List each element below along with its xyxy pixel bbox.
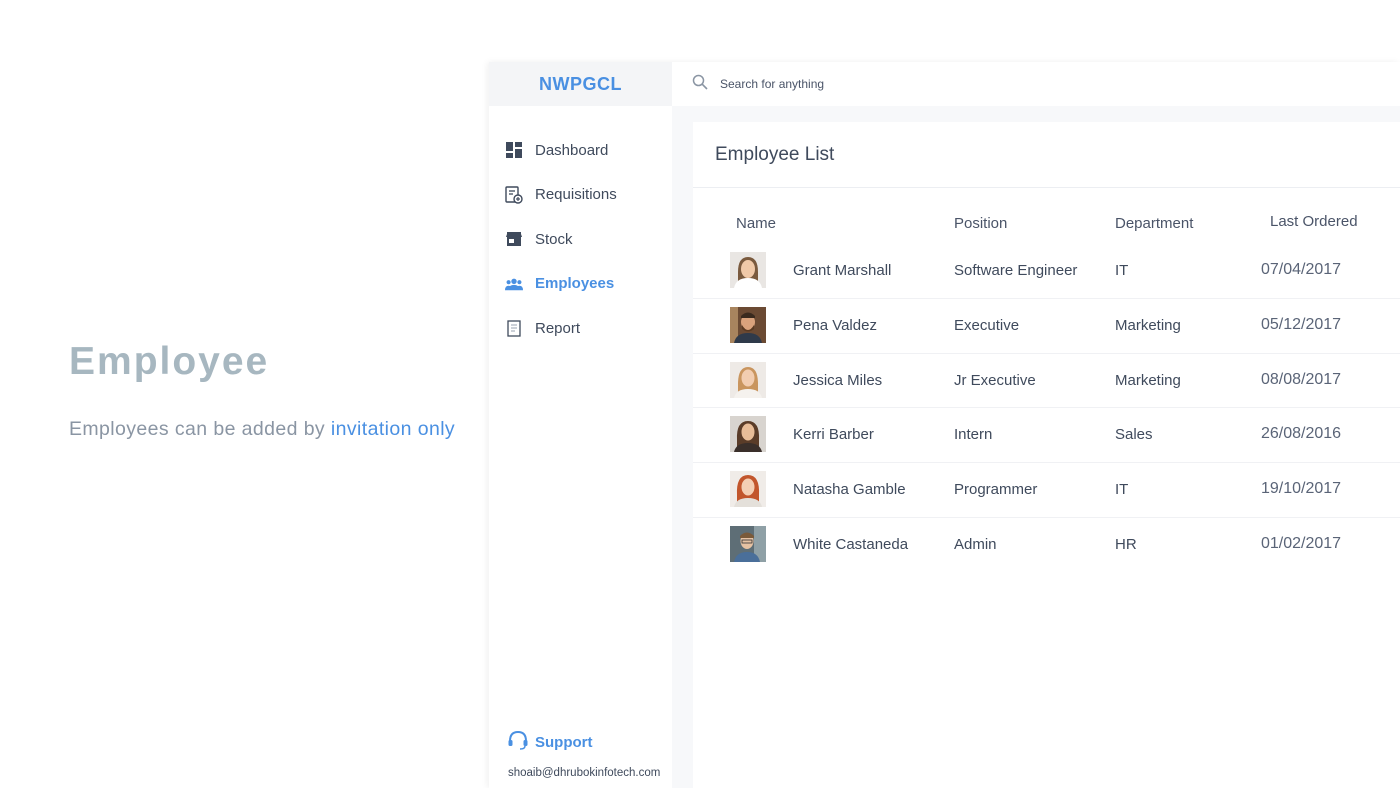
employee-name: Natasha Gamble [793, 481, 906, 499]
employee-name: Kerri Barber [793, 426, 874, 444]
avatar [730, 416, 766, 453]
promo-title: Employee [69, 340, 270, 383]
support-email: shoaib@dhrubokinfotech.com [508, 767, 661, 779]
employee-department: Sales [1115, 426, 1153, 444]
table-row[interactable]: Kerri Barber Intern Sales 26/08/2016 [693, 408, 1400, 464]
column-header-department: Department [1115, 215, 1194, 232]
support-label: Support [535, 734, 593, 751]
sidebar-item-label: Employees [535, 275, 615, 293]
sidebar: NWPGCL Dashboard Requisitions Stock Empl… [489, 62, 672, 788]
table-row[interactable]: Pena Valdez Executive Marketing 05/12/20… [693, 299, 1400, 354]
sidebar-item-report[interactable]: Report [489, 306, 672, 351]
employee-position: Jr Executive [954, 371, 1036, 389]
sidebar-item-employees[interactable]: Employees [489, 262, 672, 307]
employee-department: IT [1115, 262, 1129, 279]
dashboard-icon [505, 141, 523, 159]
employee-position: Programmer [954, 481, 1038, 499]
sidebar-item-requisitions[interactable]: Requisitions [489, 173, 672, 218]
table-body: Grant Marshall Software Engineer IT 07/0… [693, 244, 1400, 573]
app-window: NWPGCL Dashboard Requisitions Stock Empl… [489, 62, 1400, 788]
table-row[interactable]: Jessica Miles Jr Executive Marketing 08/… [693, 354, 1400, 409]
brand-name: NWPGCL [539, 73, 622, 94]
employee-last-ordered: 26/08/2016 [1261, 425, 1342, 443]
sidebar-item-dashboard[interactable]: Dashboard [489, 128, 672, 173]
headset-icon [507, 729, 529, 756]
search-icon [692, 74, 708, 95]
employee-name: Pena Valdez [793, 316, 877, 334]
search-input[interactable] [720, 77, 1020, 91]
column-header-last-ordered: Last Ordered [1270, 213, 1358, 230]
employee-name: White Castaneda [793, 535, 909, 553]
employee-position: Executive [954, 316, 1020, 334]
top-bar [672, 62, 1400, 106]
column-header-name: Name [736, 215, 777, 232]
sidebar-item-label: Requisitions [535, 186, 617, 204]
sidebar-item-label: Stock [535, 230, 573, 248]
brand-header: NWPGCL [489, 62, 672, 106]
employee-department: HR [1115, 535, 1137, 553]
employee-last-ordered: 05/12/2017 [1261, 315, 1342, 333]
store-icon [505, 230, 523, 248]
table-row[interactable]: Natasha Gamble Programmer IT 19/10/2017 [693, 463, 1400, 518]
avatar [730, 471, 766, 508]
table-row[interactable]: White Castaneda Admin HR 01/02/2017 [693, 518, 1400, 573]
table-header: Name Position Department Last Ordered [693, 188, 1400, 244]
employee-list-panel: Employee List Name Position Department L… [693, 122, 1400, 788]
sidebar-item-stock[interactable]: Stock [489, 217, 672, 262]
employee-department: Marketing [1115, 316, 1181, 334]
promo-subtitle-text: Employees can be added by [69, 418, 326, 440]
sidebar-nav: Dashboard Requisitions Stock Employees R… [489, 128, 672, 351]
sidebar-item-label: Report [535, 319, 581, 337]
employee-last-ordered: 01/02/2017 [1261, 534, 1342, 552]
avatar [730, 252, 766, 288]
column-header-position: Position [954, 215, 1008, 232]
avatar [730, 525, 766, 562]
employee-last-ordered: 08/08/2017 [1261, 370, 1342, 388]
employee-position: Admin [954, 535, 997, 553]
table-row[interactable]: Grant Marshall Software Engineer IT 07/0… [693, 244, 1400, 299]
promo-section: Employee Employees can be added by invit… [69, 340, 489, 441]
sidebar-item-label: Dashboard [535, 141, 609, 159]
employee-name: Grant Marshall [793, 262, 892, 279]
page-title: Employee List [715, 143, 835, 165]
employee-name: Jessica Miles [793, 371, 883, 389]
people-icon [505, 275, 523, 293]
avatar [730, 361, 766, 398]
requisitions-icon [505, 186, 523, 204]
employee-department: Marketing [1115, 371, 1181, 389]
employee-department: IT [1115, 481, 1129, 499]
report-icon [505, 319, 523, 337]
employee-last-ordered: 19/10/2017 [1261, 480, 1342, 498]
promo-subtitle: Employees can be added by invitation onl… [69, 418, 489, 441]
employee-position: Software Engineer [954, 262, 1078, 279]
panel-header: Employee List [693, 122, 1400, 188]
support-link[interactable]: Support [507, 729, 593, 756]
promo-subtitle-highlight: invitation only [330, 418, 456, 440]
employee-last-ordered: 07/04/2017 [1261, 261, 1342, 278]
avatar [730, 306, 766, 343]
employee-position: Intern [954, 426, 993, 444]
